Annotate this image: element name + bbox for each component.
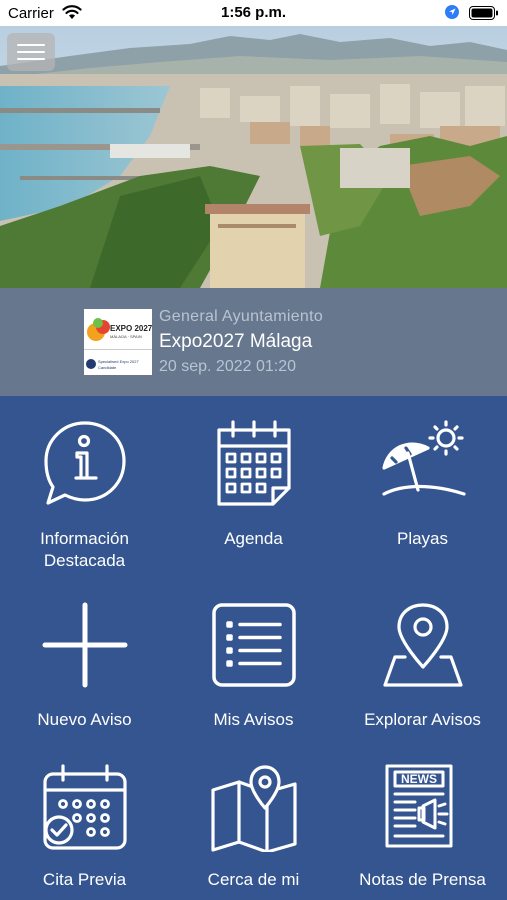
thumb-line1: EXPO 2027 [110, 324, 152, 333]
menu-label-explorar-avisos: Explorar Avisos [364, 710, 481, 729]
thumb-line4: Candidate [98, 365, 117, 370]
menu-item-informacion-destacada[interactable]: Información Destacada [0, 396, 169, 576]
hero-city-image [0, 26, 507, 288]
news-thumbnail: EXPO 2027 MÁLAGA · SPAIN Specialised Exp… [84, 309, 152, 375]
thumb-line2: MÁLAGA · SPAIN [110, 334, 142, 339]
news-banner[interactable]: EXPO 2027 MÁLAGA · SPAIN Specialised Exp… [0, 288, 507, 396]
menu-label-nuevo-aviso: Nuevo Aviso [37, 710, 132, 729]
plus-icon [0, 601, 169, 689]
menu-item-mis-avisos[interactable]: Mis Avisos [169, 576, 338, 756]
newspaper-icon: NEWS [338, 762, 507, 850]
folded-map-pin-icon [169, 762, 338, 852]
calendar-check-icon [0, 762, 169, 852]
battery-icon [469, 6, 499, 24]
main-menu-grid: Información Destacada Agenda Playas Nuev… [0, 396, 507, 900]
menu-item-agenda[interactable]: Agenda [169, 396, 338, 576]
news-category: General Ayuntamiento [159, 308, 324, 325]
menu-label-cerca-de-mi: Cerca de mi [207, 870, 300, 889]
thumb-line3: Specialised Expo 2027 [98, 359, 139, 364]
map-pin-icon [338, 601, 507, 689]
status-time: 1:56 p.m. [220, 4, 287, 21]
menu-label-playas: Playas [396, 529, 449, 548]
menu-label-mis-avisos: Mis Avisos [213, 710, 294, 729]
menu-item-cerca-de-mi[interactable]: Cerca de mi [169, 756, 338, 900]
calendar-icon [169, 418, 338, 506]
news-title: Expo2027 Málaga [159, 331, 313, 352]
hamburger-menu-icon[interactable] [7, 33, 55, 71]
location-arrow-icon [445, 5, 459, 23]
menu-item-playas[interactable]: Playas [338, 396, 507, 576]
svg-text:NEWS: NEWS [401, 772, 437, 786]
menu-label-notas-de-prensa: Notas de Prensa [359, 870, 486, 889]
menu-item-cita-previa[interactable]: Cita Previa [0, 756, 169, 900]
menu-label-agenda: Agenda [224, 529, 283, 548]
menu-label-cita-previa: Cita Previa [42, 870, 127, 889]
menu-item-nuevo-aviso[interactable]: Nuevo Aviso [0, 576, 169, 756]
menu-label-informacion-destacada: Información Destacada [40, 529, 129, 570]
info-speech-bubble-icon [0, 418, 169, 508]
menu-item-explorar-avisos[interactable]: Explorar Avisos [338, 576, 507, 756]
menu-item-notas-de-prensa[interactable]: NEWS Notas de Prensa [338, 756, 507, 900]
news-date: 20 sep. 2022 01:20 [159, 358, 297, 375]
status-bar: Carrier 1:56 p.m. [0, 0, 507, 26]
beach-umbrella-icon [338, 418, 507, 504]
list-icon [169, 601, 338, 689]
